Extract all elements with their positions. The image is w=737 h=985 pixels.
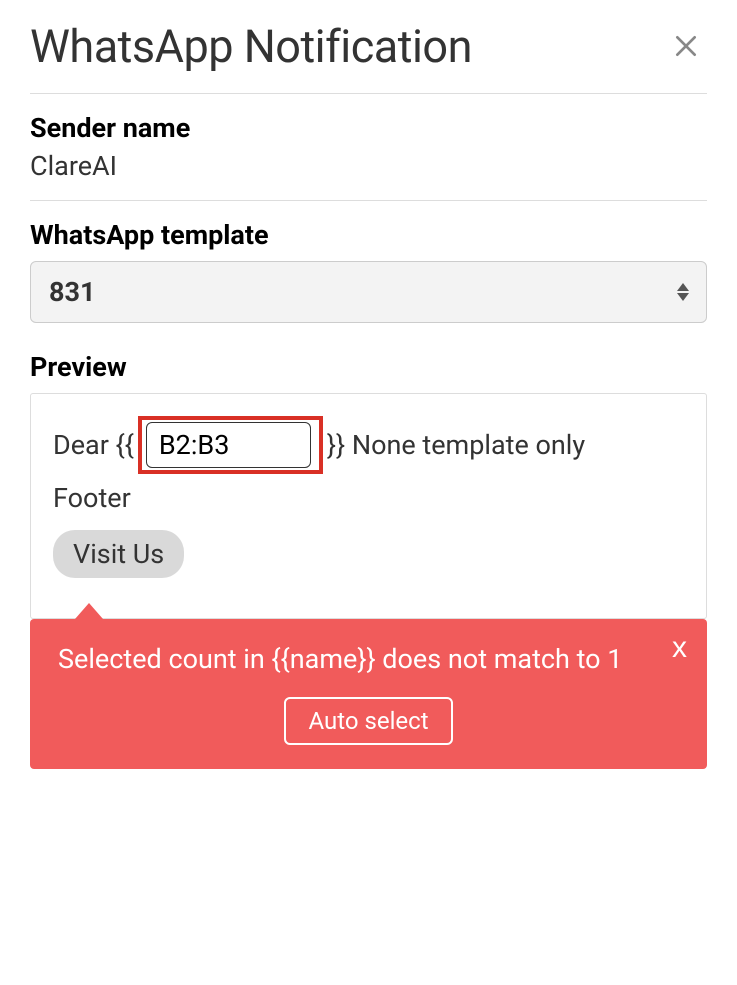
preview-section: Preview Dear {{ }} None template only Fo… xyxy=(30,351,707,769)
sender-label: Sender name xyxy=(30,112,707,144)
variable-highlight xyxy=(138,416,323,474)
preview-suffix: }} None template only xyxy=(327,425,585,466)
preview-footer: Footer xyxy=(53,482,684,514)
template-section: WhatsApp template 831 xyxy=(30,219,707,323)
preview-line: Dear {{ }} None template only xyxy=(53,416,684,474)
close-button[interactable] xyxy=(665,28,707,66)
divider xyxy=(30,93,707,94)
divider xyxy=(30,200,707,201)
modal-header: WhatsApp Notification xyxy=(30,20,707,73)
visit-us-button[interactable]: Visit Us xyxy=(53,530,184,578)
preview-label: Preview xyxy=(30,351,707,383)
template-select-wrapper: 831 xyxy=(30,261,707,323)
sender-section: Sender name ClareAI xyxy=(30,112,707,182)
preview-box: Dear {{ }} None template only Footer Vis… xyxy=(30,393,707,619)
sender-value: ClareAI xyxy=(30,150,707,182)
preview-prefix: Dear {{ xyxy=(53,425,134,466)
template-select[interactable]: 831 xyxy=(30,261,707,323)
modal-title: WhatsApp Notification xyxy=(30,20,472,73)
close-icon: x xyxy=(672,631,687,664)
error-message: Selected count in {{name}} does not matc… xyxy=(58,641,679,679)
variable-input[interactable] xyxy=(146,422,311,468)
template-label: WhatsApp template xyxy=(30,219,707,251)
error-tooltip: x Selected count in {{name}} does not ma… xyxy=(30,619,707,769)
close-icon xyxy=(673,26,699,68)
error-close-button[interactable]: x xyxy=(672,633,687,663)
auto-select-button[interactable]: Auto select xyxy=(284,697,452,745)
